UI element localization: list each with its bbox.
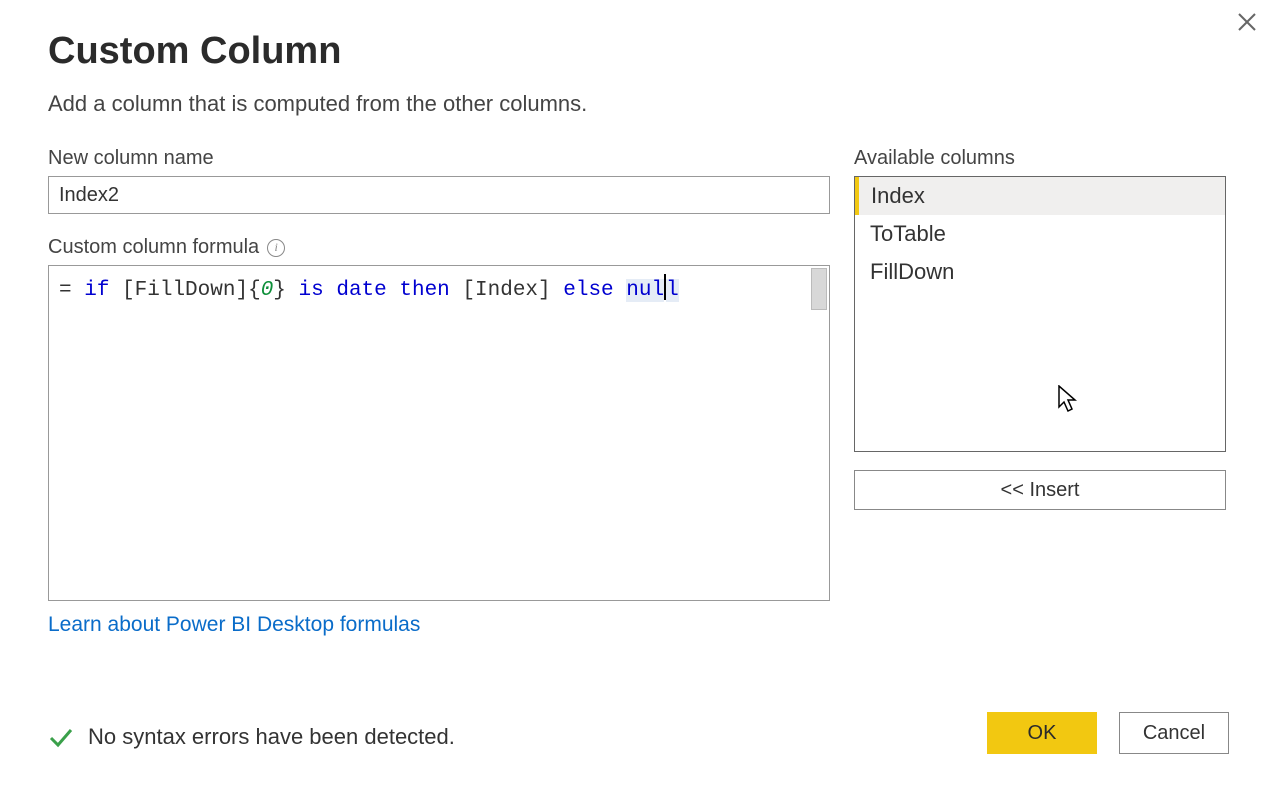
formula-label: Custom column formula <box>48 236 259 259</box>
column-item-filldown[interactable]: FillDown <box>855 253 1225 291</box>
cancel-button[interactable]: Cancel <box>1119 712 1229 754</box>
info-icon[interactable]: i <box>267 239 285 257</box>
column-item-index[interactable]: Index <box>855 177 1225 215</box>
formula-editor[interactable]: = if [FillDown]{{0}0} is date then [Inde… <box>48 265 830 601</box>
new-column-name-input[interactable] <box>48 176 830 214</box>
close-button[interactable] <box>1233 8 1261 36</box>
learn-formulas-link[interactable]: Learn about Power BI Desktop formulas <box>48 613 420 637</box>
insert-button[interactable]: << Insert <box>854 470 1226 510</box>
check-icon <box>48 724 74 750</box>
scrollbar-thumb[interactable] <box>811 268 827 310</box>
ok-button[interactable]: OK <box>987 712 1097 754</box>
dialog-title: Custom Column <box>48 30 1231 73</box>
dialog-subtitle: Add a column that is computed from the o… <box>48 91 1231 117</box>
available-columns-list[interactable]: Index ToTable FillDown <box>854 176 1226 452</box>
close-icon <box>1238 13 1256 31</box>
new-column-name-label: New column name <box>48 147 830 170</box>
available-columns-label: Available columns <box>854 147 1226 170</box>
status-text: No syntax errors have been detected. <box>88 724 455 750</box>
column-item-totable[interactable]: ToTable <box>855 215 1225 253</box>
